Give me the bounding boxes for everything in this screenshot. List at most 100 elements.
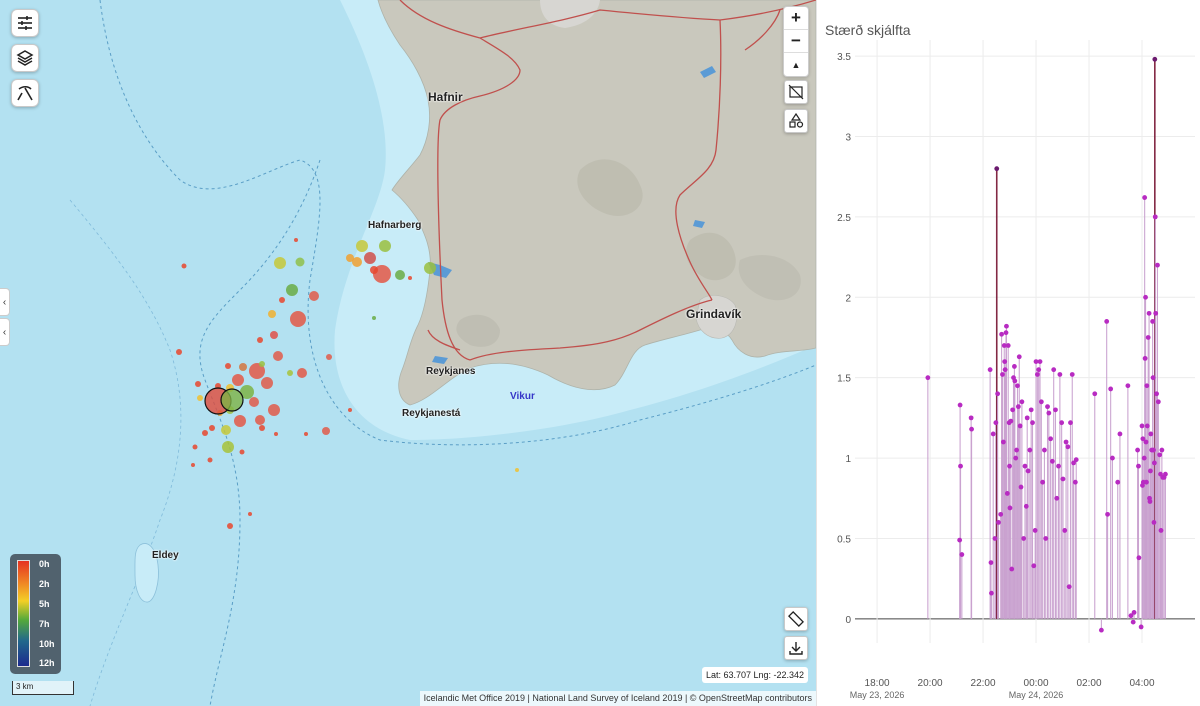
earthquake-marker[interactable] xyxy=(207,457,213,463)
magnitude-point xyxy=(1151,460,1157,466)
earthquake-marker[interactable] xyxy=(232,374,244,386)
earthquake-marker[interactable] xyxy=(346,254,354,262)
magnitude-point xyxy=(1059,420,1065,426)
earthquake-marker[interactable] xyxy=(248,512,252,516)
earthquake-marker[interactable] xyxy=(259,361,265,367)
earthquake-marker[interactable] xyxy=(273,351,283,361)
earthquake-marker[interactable] xyxy=(209,425,215,431)
pickaxe-tool-button[interactable] xyxy=(11,79,39,107)
y-tick-label: 0.5 xyxy=(837,534,851,545)
earthquake-marker[interactable] xyxy=(261,377,273,389)
earthquake-marker[interactable] xyxy=(191,463,195,467)
earthquake-marker[interactable] xyxy=(322,427,330,435)
earthquake-marker[interactable] xyxy=(287,370,293,376)
magnitude-point xyxy=(987,367,993,373)
reset-north-button[interactable]: ▲ xyxy=(784,53,808,76)
place-label-vikur: Vikur xyxy=(510,391,535,402)
magnitude-point xyxy=(993,420,999,426)
chart-title: Stærð skjálfta xyxy=(825,22,911,38)
magnitude-point xyxy=(1002,367,1008,373)
collapse-panel-tab[interactable]: ‹ xyxy=(0,288,10,316)
earthquake-marker[interactable] xyxy=(225,363,231,369)
earthquake-marker[interactable] xyxy=(268,310,276,318)
filter-settings-button[interactable] xyxy=(11,9,39,37)
y-tick-label: 3 xyxy=(845,132,851,143)
place-label-reykjanes: Reykjanes xyxy=(426,366,476,377)
magnitude-chart-panel: Stærð skjálfta 0 0.5 1 1.5 2 2.5 3 3.5 18:00 May … xyxy=(816,0,1200,706)
earthquake-marker[interactable] xyxy=(286,284,298,296)
earthquake-marker[interactable] xyxy=(234,415,246,427)
magnitude-point xyxy=(1092,391,1098,397)
earthquake-marker[interactable] xyxy=(239,363,247,371)
magnitude-point xyxy=(1004,323,1009,329)
magnitude-point xyxy=(1142,355,1148,361)
earthquake-marker[interactable] xyxy=(364,252,376,264)
earthquake-marker[interactable] xyxy=(176,349,182,355)
hide-labels-icon xyxy=(788,84,804,100)
earthquake-marker[interactable] xyxy=(227,523,233,529)
earthquake-marker[interactable] xyxy=(297,368,307,378)
magnitude-point xyxy=(1098,627,1104,633)
earthquake-marker[interactable] xyxy=(304,432,308,436)
map-canvas[interactable] xyxy=(0,0,816,706)
magnitude-point xyxy=(1043,536,1049,541)
earthquake-marker[interactable] xyxy=(372,316,376,320)
earthquake-marker[interactable] xyxy=(515,468,519,472)
magnitude-point xyxy=(1155,399,1161,405)
earthquake-marker[interactable] xyxy=(255,415,265,425)
layers-button[interactable] xyxy=(11,44,39,72)
magnitude-point xyxy=(1051,367,1057,373)
hide-labels-button[interactable] xyxy=(784,80,808,104)
measure-distance-button[interactable] xyxy=(784,607,808,631)
shapes-button[interactable] xyxy=(784,109,808,133)
earthquake-marker[interactable] xyxy=(221,425,231,435)
earthquake-marker[interactable] xyxy=(379,240,391,252)
earthquake-marker[interactable] xyxy=(268,404,280,416)
magnitude-chart[interactable]: 0 0.5 1 1.5 2 2.5 3 3.5 18:00May 23, 2026 20:00 22… xyxy=(817,0,1200,706)
y-tick-label: 2.5 xyxy=(837,213,851,224)
earthquake-marker[interactable] xyxy=(195,381,201,387)
earthquake-marker[interactable] xyxy=(274,432,278,436)
collapse-panel-tab-2[interactable]: ‹ xyxy=(0,318,10,346)
earthquake-marker[interactable] xyxy=(257,337,263,343)
earthquake-marker[interactable] xyxy=(408,276,412,280)
earthquake-marker[interactable] xyxy=(370,266,378,274)
x-tick-date-label: May 23, 2026 xyxy=(850,690,905,700)
magnitude-point xyxy=(994,166,1000,172)
earthquake-map[interactable]: ‹ ‹ + − ▲ Hafnir Hafnarberg Grindavík Re… xyxy=(0,0,816,706)
magnitude-point xyxy=(968,415,974,421)
earthquake-marker[interactable] xyxy=(274,257,286,269)
earthquake-marker[interactable] xyxy=(222,441,234,453)
earthquake-marker[interactable] xyxy=(270,331,278,339)
earthquake-marker[interactable] xyxy=(294,238,298,242)
magnitude-point xyxy=(1016,354,1022,360)
earthquake-marker[interactable] xyxy=(424,262,436,274)
y-tick-label: 1.5 xyxy=(837,374,851,385)
earthquake-marker[interactable] xyxy=(279,297,285,303)
earthquake-marker[interactable] xyxy=(181,263,187,269)
earthquake-marker[interactable] xyxy=(295,257,305,267)
earthquake-marker[interactable] xyxy=(290,311,306,327)
magnitude-point xyxy=(1141,455,1147,461)
earthquake-marker[interactable] xyxy=(356,240,368,252)
earthquake-marker[interactable] xyxy=(259,425,265,431)
magnitude-point xyxy=(1163,471,1168,477)
magnitude-point xyxy=(1148,431,1154,437)
shapes-icon xyxy=(789,113,804,128)
earthquake-marker-large[interactable] xyxy=(220,388,244,412)
magnitude-point xyxy=(1130,619,1136,625)
earthquake-marker[interactable] xyxy=(348,408,352,412)
depth-contour xyxy=(69,199,182,706)
earthquake-marker[interactable] xyxy=(326,354,332,360)
earthquake-marker[interactable] xyxy=(239,449,245,455)
earthquake-marker[interactable] xyxy=(249,397,259,407)
earthquake-marker[interactable] xyxy=(197,395,203,401)
zoom-in-button[interactable]: + xyxy=(784,7,808,30)
earthquake-marker[interactable] xyxy=(192,444,198,450)
earthquake-marker[interactable] xyxy=(309,291,319,301)
earthquake-marker[interactable] xyxy=(395,270,405,280)
zoom-out-button[interactable]: − xyxy=(784,30,808,53)
map-attribution: Icelandic Met Office 2019 | National Lan… xyxy=(419,691,816,706)
earthquake-marker[interactable] xyxy=(202,430,208,436)
download-button[interactable] xyxy=(784,636,808,660)
